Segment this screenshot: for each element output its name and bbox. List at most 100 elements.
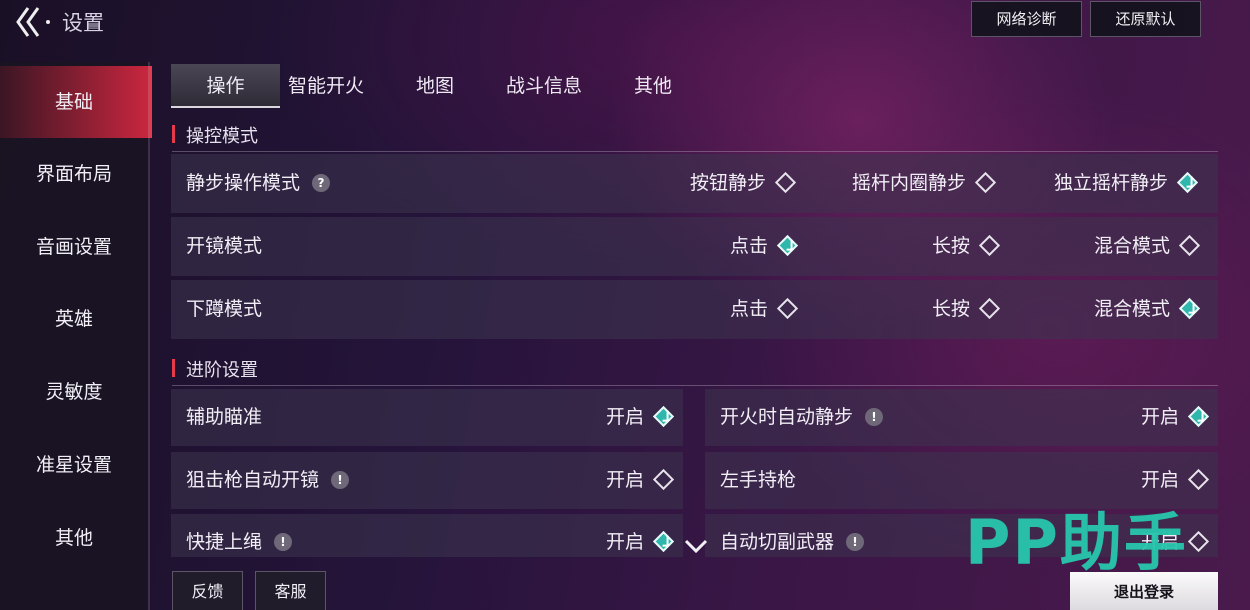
section-title: 进阶设置 — [186, 360, 258, 381]
tab-smart-fire[interactable]: 智能开火 — [280, 64, 372, 108]
setting-left-hand: 左手持枪 开启 — [705, 452, 1218, 509]
setting-aim-assist: 辅助瞄准 开启 — [171, 389, 683, 446]
row-scope-mode: 开镜模式 点击 长按 混合模式 — [171, 217, 1218, 276]
radio-diamond-icon — [974, 171, 997, 194]
radio-diamond-icon — [978, 234, 1001, 257]
toggle-label: 开启 — [1140, 469, 1179, 491]
info-icon[interactable]: ! — [331, 471, 350, 489]
back-icon[interactable] — [12, 4, 52, 40]
row-label: 开镜模式 — [186, 235, 263, 257]
row-label: 狙击枪自动开镜 — [186, 469, 320, 491]
row-label-wrap: 狙击枪自动开镜! — [186, 452, 350, 509]
page-title: 设置 — [62, 11, 104, 35]
row-label-wrap: 自动切副武器! — [720, 514, 865, 557]
scroll-down-chevron-icon[interactable] — [683, 536, 709, 556]
toggle-label: 开启 — [605, 406, 644, 428]
sidebar: 基础 界面布局 音画设置 英雄 灵敏度 准星设置 其他 — [0, 62, 152, 610]
checkbox-diamond-selected-icon — [1187, 405, 1210, 428]
customer-service-button[interactable]: 客服 — [255, 571, 326, 610]
option-label: 长按 — [932, 298, 971, 320]
option-label: 混合模式 — [1094, 235, 1171, 257]
option-label: 点击 — [730, 298, 769, 320]
sidebar-item-other[interactable]: 其他 — [0, 502, 148, 574]
restore-defaults-button[interactable]: 还原默认 — [1090, 1, 1201, 37]
sidebar-item-sensitivity[interactable]: 灵敏度 — [0, 356, 148, 428]
sidebar-item-audio-video[interactable]: 音画设置 — [0, 211, 148, 283]
section-title: 操控模式 — [186, 126, 258, 147]
checkbox-diamond-icon — [1187, 468, 1210, 491]
radio-diamond-icon — [1178, 234, 1201, 257]
top-bar: 设置 网络诊断 还原默认 — [0, 0, 1250, 42]
setting-auto-walk-on-fire: 开火时自动静步! 开启 — [705, 389, 1218, 446]
row-label: 静步操作模式 — [186, 172, 301, 194]
row-label: 辅助瞄准 — [186, 406, 263, 428]
option-label: 摇杆内圈静步 — [852, 172, 967, 194]
info-icon[interactable]: ! — [846, 533, 865, 551]
radio-diamond-icon — [776, 297, 799, 320]
radio-diamond-selected-icon — [776, 234, 799, 257]
row-walk-mode: 静步操作模式? 按钮静步 摇杆内圈静步 独立摇杆静步 — [171, 154, 1218, 213]
toggle-quick-rope[interactable]: 开启 — [605, 514, 675, 557]
toggle-aim-assist[interactable]: 开启 — [605, 389, 675, 446]
option-label: 混合模式 — [1094, 298, 1171, 320]
toggle-auto-walk-on-fire[interactable]: 开启 — [1140, 389, 1210, 446]
sidebar-item-crosshair[interactable]: 准星设置 — [0, 429, 148, 501]
row-label-wrap: 快捷上绳! — [186, 514, 293, 557]
option-independent-joystick-walk[interactable]: 独立摇杆静步 — [1054, 154, 1199, 213]
feedback-button[interactable]: 反馈 — [172, 571, 243, 610]
row-label: 下蹲模式 — [186, 298, 263, 320]
radio-diamond-icon — [774, 171, 797, 194]
sidebar-item-layout[interactable]: 界面布局 — [0, 138, 148, 210]
section-accent-bar — [172, 125, 175, 143]
tab-operation[interactable]: 操作 — [171, 64, 280, 108]
option-label: 点击 — [730, 235, 769, 257]
section-header-advanced: 进阶设置 — [172, 356, 1218, 386]
option-hold[interactable]: 长按 — [932, 280, 1001, 339]
network-diagnosis-button[interactable]: 网络诊断 — [971, 1, 1082, 37]
radio-diamond-selected-icon — [1178, 297, 1201, 320]
tab-map[interactable]: 地图 — [392, 64, 478, 108]
option-mixed[interactable]: 混合模式 — [1094, 217, 1201, 276]
sidebar-divider — [148, 62, 150, 610]
option-joystick-inner-walk[interactable]: 摇杆内圈静步 — [852, 154, 997, 213]
option-label: 按钮静步 — [690, 172, 767, 194]
watermark-logo: PP助手 — [965, 506, 1188, 579]
sidebar-item-heroes[interactable]: 英雄 — [0, 283, 148, 355]
checkbox-diamond-icon — [1187, 530, 1210, 553]
option-button-walk[interactable]: 按钮静步 — [690, 154, 797, 213]
toggle-label: 开启 — [605, 531, 644, 553]
row-label: 自动切副武器 — [720, 531, 835, 553]
row-crouch-mode: 下蹲模式 点击 长按 混合模式 — [171, 280, 1218, 339]
option-label: 独立摇杆静步 — [1054, 172, 1169, 194]
sidebar-item-basic[interactable]: 基础 — [0, 66, 152, 138]
row-label: 开火时自动静步 — [720, 406, 854, 428]
option-hold[interactable]: 长按 — [932, 217, 1001, 276]
toggle-label: 开启 — [605, 469, 644, 491]
row-label: 快捷上绳 — [186, 531, 263, 553]
info-icon[interactable]: ! — [274, 533, 293, 551]
toggle-left-hand[interactable]: 开启 — [1140, 452, 1210, 509]
toggle-sniper-auto-scope[interactable]: 开启 — [605, 452, 675, 509]
radio-diamond-selected-icon — [1176, 171, 1199, 194]
checkbox-diamond-selected-icon — [652, 530, 675, 553]
section-divider — [172, 151, 1218, 152]
help-icon[interactable]: ? — [312, 174, 331, 192]
setting-sniper-auto-scope: 狙击枪自动开镜! 开启 — [171, 452, 683, 509]
setting-quick-rope: 快捷上绳! 开启 — [171, 514, 683, 557]
radio-diamond-icon — [978, 297, 1001, 320]
toggle-label: 开启 — [1140, 406, 1179, 428]
option-tap[interactable]: 点击 — [730, 280, 799, 339]
row-label: 左手持枪 — [720, 469, 797, 491]
checkbox-diamond-icon — [652, 468, 675, 491]
row-label-wrap: 开火时自动静步! — [720, 389, 884, 446]
tab-combat-info[interactable]: 战斗信息 — [492, 64, 596, 108]
option-tap[interactable]: 点击 — [730, 217, 799, 276]
row-label-wrap: 静步操作模式? — [186, 154, 331, 213]
option-mixed[interactable]: 混合模式 — [1094, 280, 1201, 339]
section-divider — [172, 385, 1218, 386]
section-header-control-mode: 操控模式 — [172, 122, 1218, 152]
tab-other[interactable]: 其他 — [612, 64, 694, 108]
option-label: 长按 — [932, 235, 971, 257]
section-accent-bar — [172, 359, 175, 377]
info-icon[interactable]: ! — [865, 408, 884, 426]
